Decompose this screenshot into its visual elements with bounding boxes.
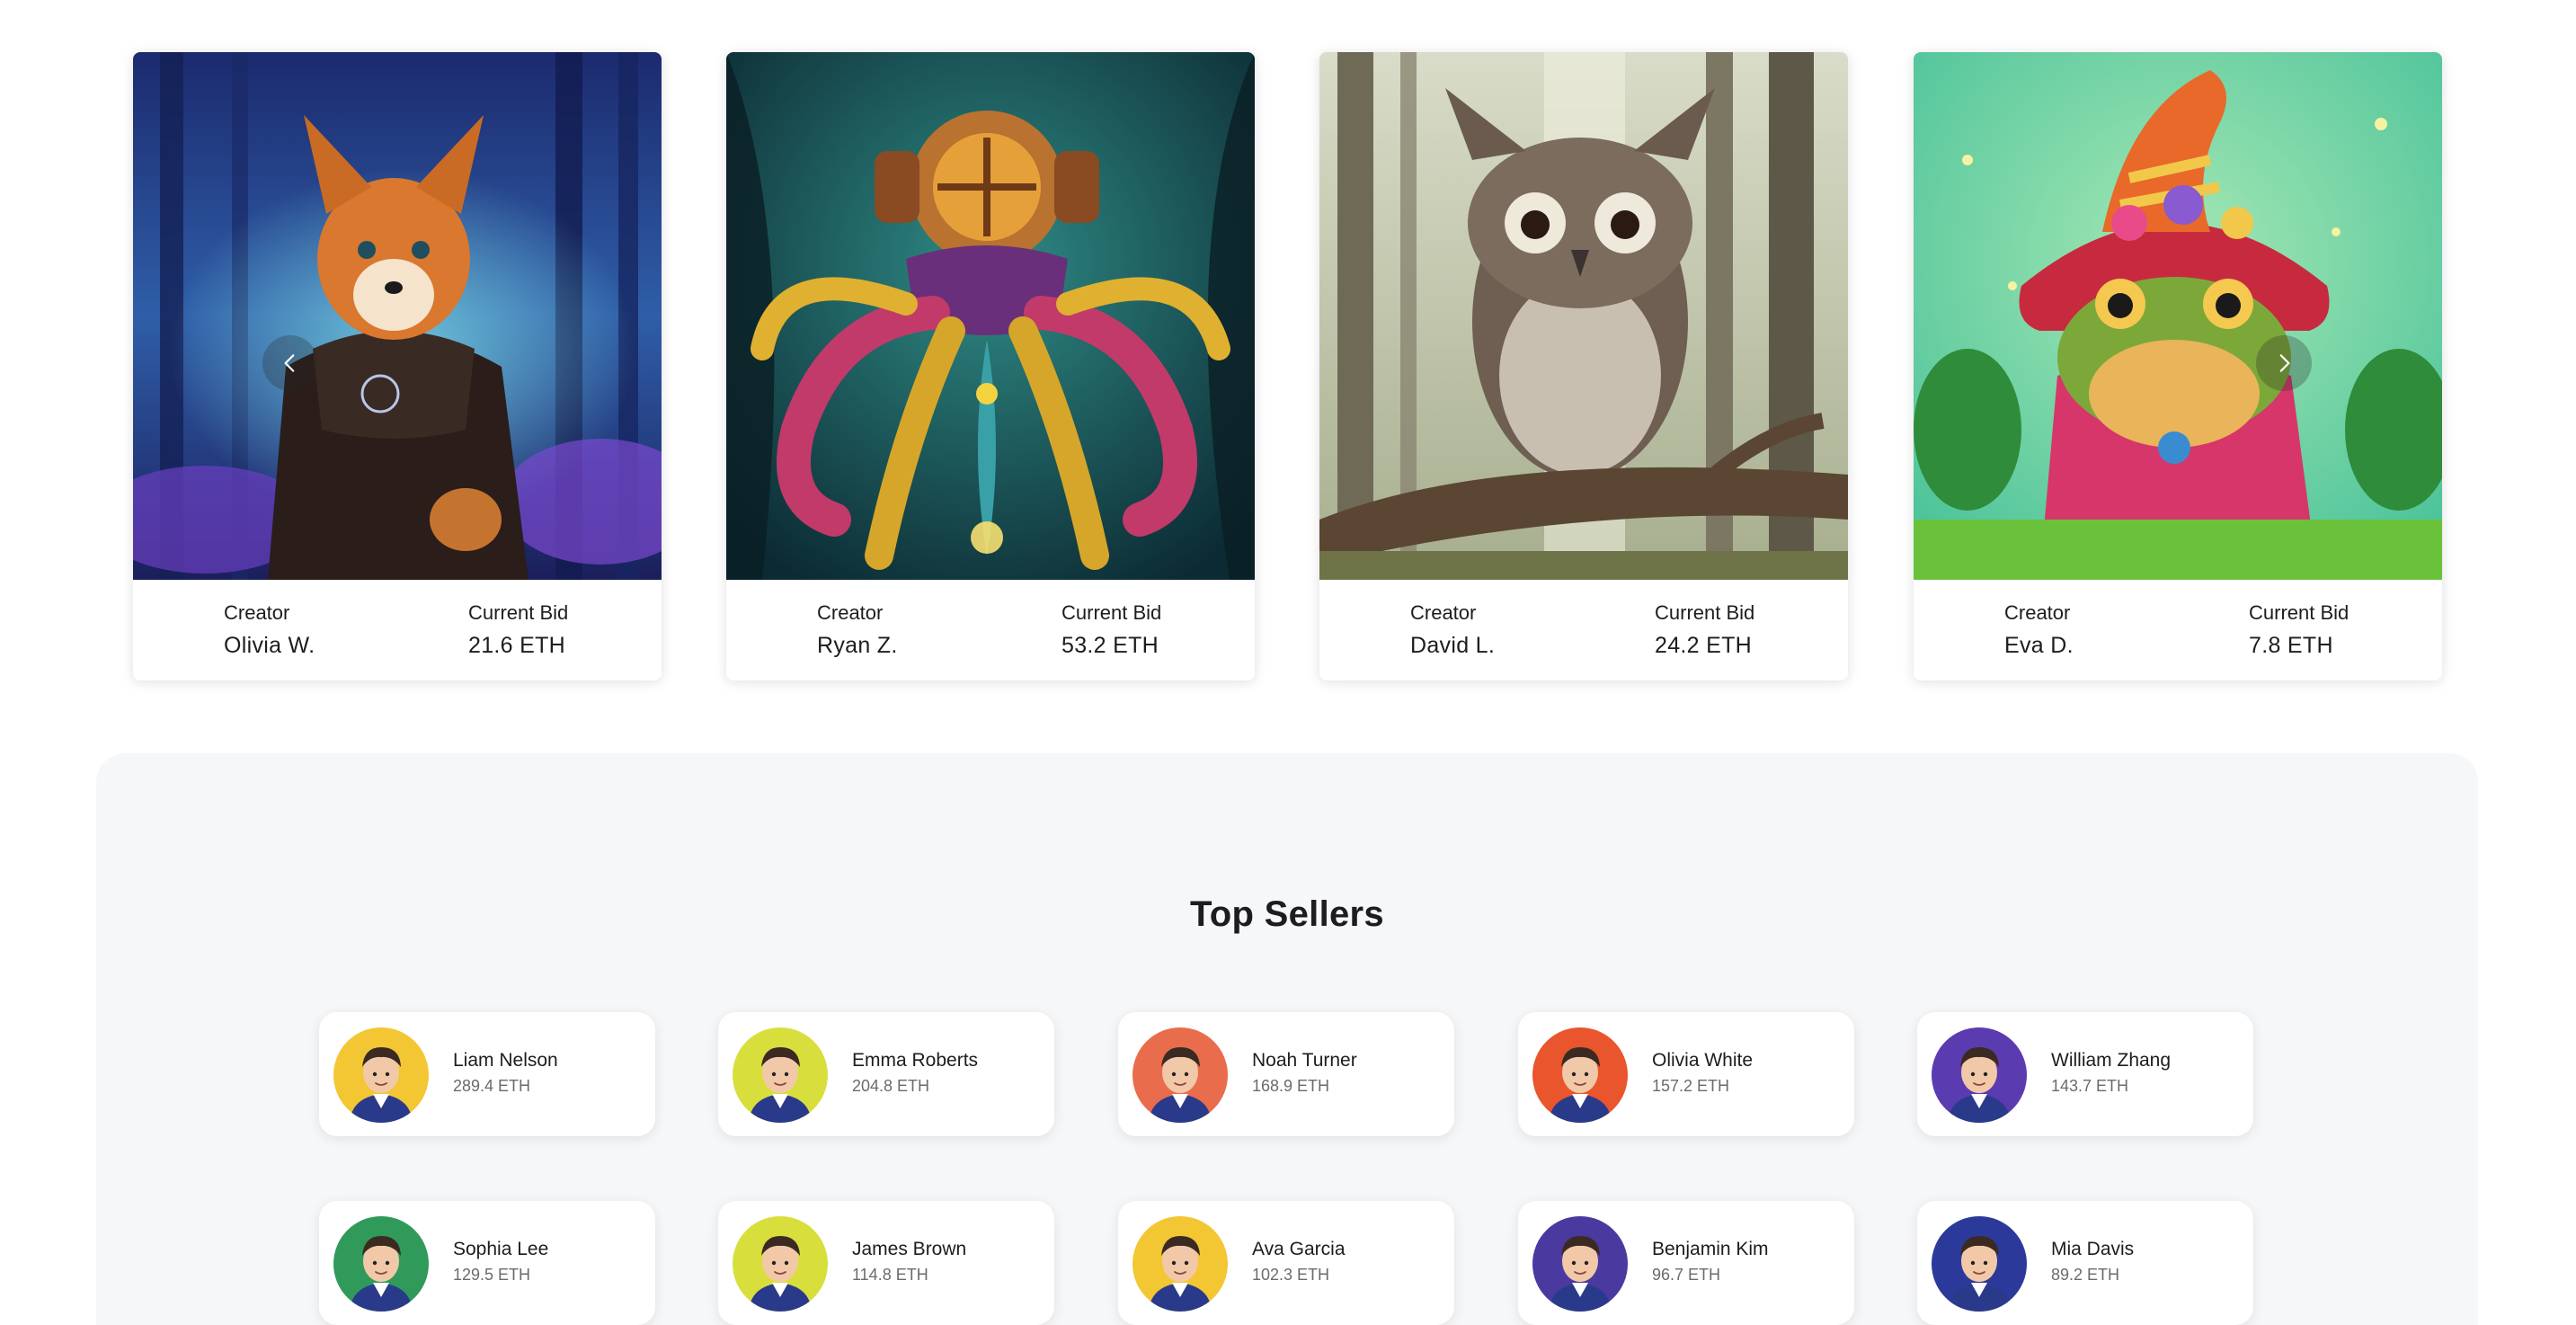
section-title: Top Sellers <box>1190 894 1384 934</box>
carousel-prev-button[interactable] <box>262 335 318 391</box>
bid-block: Current Bid 24.2 ETH <box>1655 601 1754 659</box>
seller-name[interactable]: Sophia Lee <box>453 1239 548 1260</box>
avatar <box>333 1027 429 1123</box>
nft-artwork-frog <box>1914 52 2442 580</box>
seller-amount: 157.2 ETH <box>1652 1077 1730 1095</box>
seller-name[interactable]: William Zhang <box>2051 1050 2171 1072</box>
avatar <box>1532 1216 1628 1312</box>
seller-name[interactable]: Noah Turner <box>1252 1050 1357 1072</box>
chevron-right-icon <box>2279 354 2290 372</box>
seller-card[interactable]: Ava Garcia 102.3 ETH <box>1118 1201 1454 1325</box>
seller-card[interactable]: William Zhang 143.7 ETH <box>1917 1012 2253 1136</box>
current-bid-value: 7.8 ETH <box>2249 633 2333 658</box>
seller-card[interactable]: James Brown 114.8 ETH <box>718 1201 1054 1325</box>
nft-card[interactable]: Creator Ryan Z. Current Bid 53.2 ETH <box>726 52 1255 680</box>
nft-card[interactable]: Creator Olivia W. Current Bid 21.6 ETH <box>133 52 662 680</box>
seller-amount: 129.5 ETH <box>453 1266 531 1284</box>
nft-meta: Creator Eva D. Current Bid 7.8 ETH <box>1914 580 2442 680</box>
nft-artwork-owl <box>1319 52 1848 580</box>
seller-name[interactable]: Olivia White <box>1652 1050 1753 1072</box>
creator-label: Creator <box>224 601 290 624</box>
nft-artwork-fox <box>133 52 662 580</box>
seller-card[interactable]: Noah Turner 168.9 ETH <box>1118 1012 1454 1136</box>
current-bid-label: Current Bid <box>1655 601 1755 624</box>
seller-card[interactable]: Emma Roberts 204.8 ETH <box>718 1012 1054 1136</box>
avatar <box>733 1216 828 1312</box>
seller-name[interactable]: James Brown <box>852 1239 966 1260</box>
avatar <box>1133 1027 1228 1123</box>
seller-name[interactable]: Liam Nelson <box>453 1050 558 1072</box>
current-bid-label: Current Bid <box>1061 601 1162 624</box>
nft-artwork-octopus <box>726 52 1255 580</box>
avatar <box>733 1027 828 1123</box>
avatar <box>333 1216 429 1312</box>
seller-amount: 168.9 ETH <box>1252 1077 1330 1095</box>
seller-card[interactable]: Benjamin Kim 96.7 ETH <box>1518 1201 1854 1325</box>
seller-amount: 143.7 ETH <box>2051 1077 2129 1095</box>
seller-amount: 289.4 ETH <box>453 1077 531 1095</box>
seller-name[interactable]: Mia Davis <box>2051 1239 2134 1260</box>
avatar <box>1932 1027 2027 1123</box>
carousel-next-button[interactable] <box>2256 335 2312 391</box>
bid-block: Current Bid 21.6 ETH <box>468 601 568 659</box>
creator-name[interactable]: Olivia W. <box>224 632 315 659</box>
seller-card[interactable]: Liam Nelson 289.4 ETH <box>319 1012 655 1136</box>
current-bid-label: Current Bid <box>468 601 569 624</box>
creator-block: Creator David L. <box>1410 601 1495 659</box>
avatar <box>1932 1216 2027 1312</box>
bid-block: Current Bid 7.8 ETH <box>2249 601 2349 659</box>
seller-card[interactable]: Mia Davis 89.2 ETH <box>1917 1201 2253 1325</box>
creator-name[interactable]: Ryan Z. <box>817 632 898 659</box>
seller-card[interactable]: Sophia Lee 129.5 ETH <box>319 1201 655 1325</box>
seller-amount: 102.3 ETH <box>1252 1266 1330 1284</box>
avatar <box>1532 1027 1628 1123</box>
creator-name[interactable]: Eva D. <box>2004 632 2074 659</box>
seller-amount: 96.7 ETH <box>1652 1266 1721 1284</box>
seller-amount: 89.2 ETH <box>2051 1266 2120 1284</box>
creator-label: Creator <box>817 601 884 624</box>
seller-card[interactable]: Olivia White 157.2 ETH <box>1518 1012 1854 1136</box>
creator-block: Creator Eva D. <box>2004 601 2074 659</box>
current-bid-label: Current Bid <box>2249 601 2349 624</box>
nft-carousel: Creator Olivia W. Current Bid 21.6 ETH C… <box>0 0 2576 719</box>
chevron-left-icon <box>284 354 295 372</box>
top-sellers-section: Top Sellers Liam Nelson 289.4 ETH Emma Rob… <box>96 753 2478 1325</box>
creator-name[interactable]: David L. <box>1410 632 1495 659</box>
creator-label: Creator <box>2004 601 2071 624</box>
seller-name[interactable]: Benjamin Kim <box>1652 1239 1769 1260</box>
seller-name[interactable]: Ava Garcia <box>1252 1239 1346 1260</box>
bid-block: Current Bid 53.2 ETH <box>1061 601 1161 659</box>
creator-label: Creator <box>1410 601 1477 624</box>
nft-meta: Creator David L. Current Bid 24.2 ETH <box>1319 580 1848 680</box>
current-bid-value: 24.2 ETH <box>1655 633 1753 658</box>
current-bid-value: 21.6 ETH <box>468 633 566 658</box>
nft-card[interactable]: Creator David L. Current Bid 24.2 ETH <box>1319 52 1848 680</box>
seller-amount: 114.8 ETH <box>852 1266 928 1284</box>
current-bid-value: 53.2 ETH <box>1061 633 1159 658</box>
creator-block: Creator Olivia W. <box>224 601 315 659</box>
nft-meta: Creator Ryan Z. Current Bid 53.2 ETH <box>726 580 1255 680</box>
nft-card[interactable]: Creator Eva D. Current Bid 7.8 ETH <box>1914 52 2442 680</box>
nft-meta: Creator Olivia W. Current Bid 21.6 ETH <box>133 580 662 680</box>
seller-name[interactable]: Emma Roberts <box>852 1050 978 1072</box>
creator-block: Creator Ryan Z. <box>817 601 898 659</box>
seller-amount: 204.8 ETH <box>852 1077 930 1095</box>
avatar <box>1133 1216 1228 1312</box>
